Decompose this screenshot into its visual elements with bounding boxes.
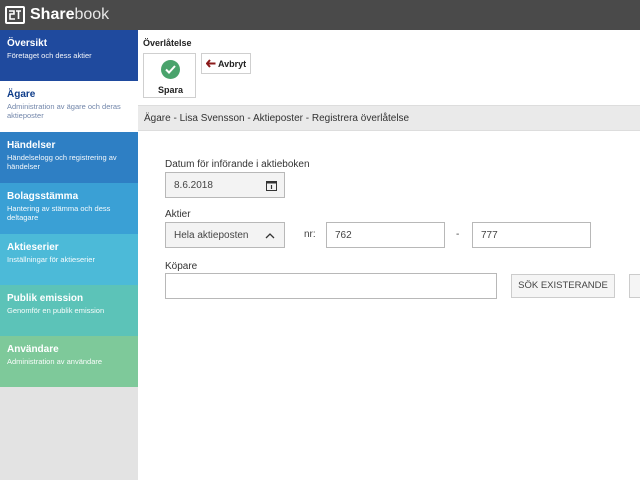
brand-name-bold: Share <box>30 6 75 23</box>
top-bar: Sharebook <box>0 0 640 30</box>
sidebar-item-publik-emission[interactable]: Publik emission Genomför en publik emiss… <box>0 285 138 336</box>
page-title: Ägare - Lisa Svensson - Aktieposter - Re… <box>144 113 410 124</box>
calendar-icon[interactable] <box>266 180 277 191</box>
cancel-button-label: Avbryt <box>218 59 247 69</box>
checkmark-icon <box>161 60 180 79</box>
search-existing-button[interactable]: SÖK EXISTERANDE <box>511 274 615 298</box>
sidebar-item-title: Publik emission <box>7 293 84 304</box>
nr-separator: - <box>456 229 460 240</box>
save-button[interactable]: Spara <box>143 53 196 98</box>
sidebar-item-title: Användare <box>7 344 59 355</box>
sidebar-item-anvandare[interactable]: Användare Administration av användare <box>0 336 138 387</box>
sidebar-item-subtitle: Hantering av stämma och dess deltagare <box>7 204 111 222</box>
sidebar-item-subtitle: Inställningar för aktieserier <box>7 255 95 264</box>
sidebar-item-subtitle: Företaget och dess aktier <box>7 51 92 60</box>
buyer-label: Köpare <box>165 261 198 272</box>
date-value: 8.6.2018 <box>174 180 213 191</box>
date-label: Datum för införande i aktieboken <box>165 159 310 170</box>
sidebar-item-title: Ägare <box>7 89 36 100</box>
arrow-left-icon <box>206 59 216 68</box>
sidebar-item-subtitle: Händelselogg och registrering av händels… <box>7 153 117 171</box>
sharebook-logo-icon <box>5 6 25 24</box>
chevron-up-icon <box>265 233 275 239</box>
brand-name-light: book <box>74 6 110 23</box>
nr-to-input[interactable]: 777 <box>472 222 591 248</box>
sidebar-item-title: Aktieserier <box>7 242 59 253</box>
section-label: Överlåtelse <box>143 38 192 48</box>
nr-from-input[interactable]: 762 <box>326 222 445 248</box>
main-content: Överlåtelse Spara Avbryt Ägare - Lisa Sv… <box>138 30 640 480</box>
shares-label: Aktier <box>165 209 191 220</box>
sidebar-item-title: Översikt <box>7 38 48 49</box>
sidebar-item-subtitle: Administration av användare <box>7 357 103 366</box>
sidebar-item-agare[interactable]: Ägare Administration av ägare och deras … <box>0 81 138 132</box>
sidebar-item-bolagsstamma[interactable]: Bolagsstämma Hantering av stämma och des… <box>0 183 138 234</box>
save-button-label: Spara <box>157 85 183 95</box>
sidebar-item-title: Bolagsstämma <box>7 191 79 202</box>
sidebar-item-title: Händelser <box>7 140 56 151</box>
partial-button[interactable] <box>629 274 640 298</box>
date-input[interactable]: 8.6.2018 <box>165 172 285 198</box>
nr-from-value: 762 <box>335 230 352 241</box>
buyer-input[interactable] <box>165 273 497 299</box>
page-title-bar: Ägare - Lisa Svensson - Aktieposter - Re… <box>138 105 640 131</box>
brand-name: Sharebook <box>30 6 109 24</box>
sidebar-item-handelser[interactable]: Händelser Händelselogg och registrering … <box>0 132 138 183</box>
cancel-button[interactable]: Avbryt <box>201 53 251 74</box>
sidebar-item-subtitle: Administration av ägare och deras aktiep… <box>7 102 121 120</box>
shares-select[interactable]: Hela aktieposten <box>165 222 285 248</box>
sidebar: Översikt Företaget och dess aktier Ägare… <box>0 30 138 480</box>
sidebar-item-oversikt[interactable]: Översikt Företaget och dess aktier <box>0 30 138 81</box>
nr-label: nr: <box>304 229 316 240</box>
shares-select-value: Hela aktieposten <box>174 230 249 241</box>
nr-to-value: 777 <box>481 230 498 241</box>
sidebar-item-aktieserier[interactable]: Aktieserier Inställningar för aktieserie… <box>0 234 138 285</box>
sidebar-item-subtitle: Genomför en publik emission <box>7 306 105 315</box>
